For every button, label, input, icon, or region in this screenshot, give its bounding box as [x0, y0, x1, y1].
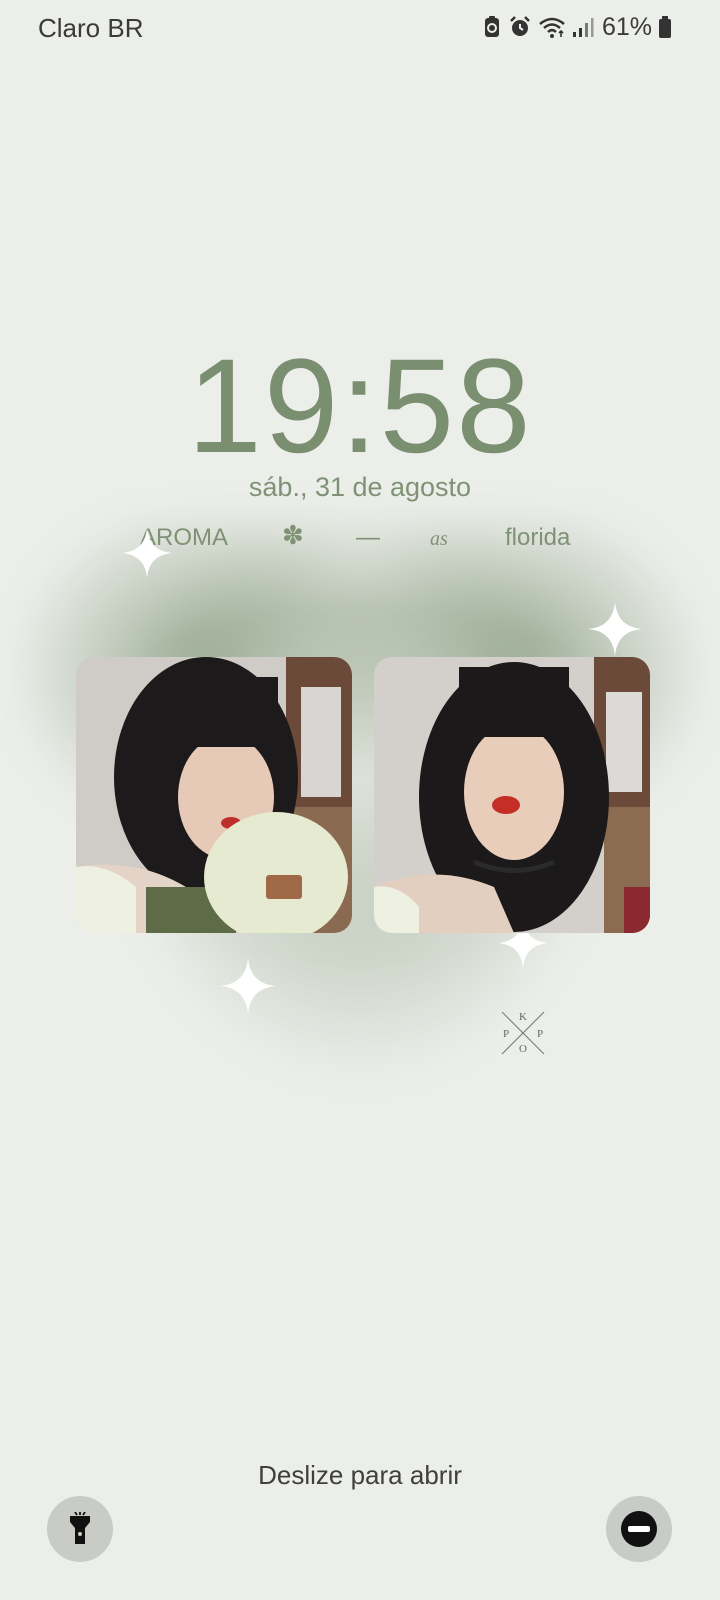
tagline-script: as — [430, 528, 448, 550]
flashlight-icon — [70, 1512, 90, 1544]
wallpaper-tagline: AROMA ✽ — as florida — [0, 520, 720, 556]
lock-screen-clock: 19:58 — [187, 332, 533, 481]
do-not-disturb-icon — [621, 1511, 657, 1547]
sparkle-icon — [122, 528, 172, 578]
logo-letter-bottom: O — [519, 1043, 527, 1055]
flashlight-shortcut-button[interactable] — [47, 1496, 113, 1562]
battery-icon — [659, 16, 671, 38]
wallpaper-photo-left — [76, 657, 352, 933]
wifi-icon — [539, 17, 565, 38]
logo-letter-left: P — [503, 1028, 509, 1040]
carrier-name: Claro BR — [38, 13, 144, 43]
status-icons: 61% — [482, 12, 672, 42]
tagline-word-florida: florida — [505, 524, 571, 551]
logo-letter-right: P — [537, 1028, 543, 1040]
alarm-icon — [510, 16, 530, 36]
battery-percentage: 61% — [601, 12, 652, 41]
kpop-logo: K P P O — [501, 1011, 545, 1055]
sparkle-icon — [220, 958, 276, 1014]
logo-letter-top: K — [519, 1011, 527, 1023]
tagline-dash: — — [356, 524, 380, 551]
status-bar: Claro BR 61% — [0, 0, 720, 56]
do-not-disturb-shortcut-button[interactable] — [606, 1496, 672, 1562]
tagline-flower-symbol: ✽ — [282, 520, 304, 550]
wallpaper-photo-right — [374, 657, 650, 933]
lock-screen-date: sáb., 31 de agosto — [248, 472, 472, 502]
signal-icon — [572, 18, 594, 37]
unlock-hint: Deslize para abrir — [258, 1460, 462, 1490]
recycle-battery-icon — [484, 16, 499, 37]
sparkle-icon — [588, 602, 642, 656]
